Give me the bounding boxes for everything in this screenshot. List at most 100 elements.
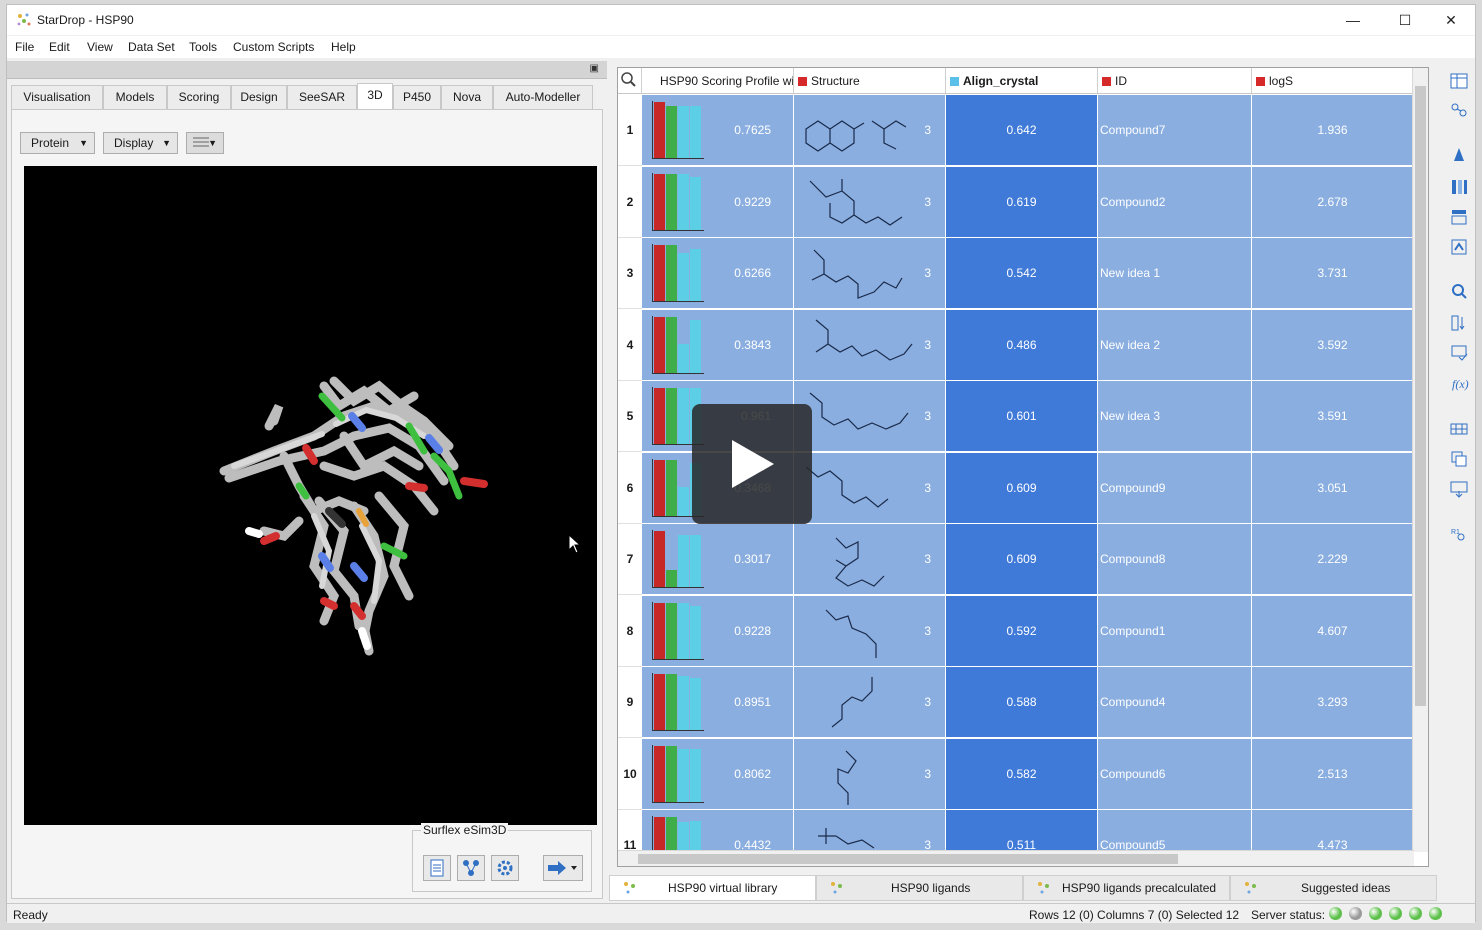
- row-number[interactable]: 6: [618, 452, 642, 524]
- table-row[interactable]: 3 0.6266 3 0.542 New idea 1 3.731: [618, 238, 1428, 309]
- id-cell[interactable]: Compound6: [1098, 738, 1252, 810]
- maximize-button[interactable]: ☐: [1385, 9, 1425, 31]
- row-number[interactable]: 7: [618, 524, 642, 595]
- logs-cell[interactable]: 4.607: [1252, 595, 1414, 667]
- align-crystal-cell[interactable]: 0.592: [946, 595, 1098, 667]
- table-export-icon[interactable]: [1449, 479, 1469, 499]
- table-grid-icon[interactable]: [1449, 419, 1469, 439]
- align-crystal-cell[interactable]: 0.588: [946, 667, 1098, 738]
- logs-cell[interactable]: 3.591: [1252, 381, 1414, 452]
- score-cell[interactable]: 0.7625: [642, 95, 794, 166]
- align-crystal-cell[interactable]: 0.609: [946, 524, 1098, 595]
- check-columns-icon[interactable]: [1449, 343, 1469, 363]
- table-row[interactable]: 9 0.8951 3 0.588 Compound4 3.293: [618, 667, 1428, 738]
- row-number[interactable]: 1: [618, 95, 642, 166]
- id-cell[interactable]: Compound8: [1098, 524, 1252, 595]
- column-header-structure[interactable]: Structure: [794, 68, 946, 94]
- structure-cell[interactable]: 3: [794, 452, 946, 524]
- structure-cell[interactable]: 3: [794, 738, 946, 810]
- column-header-logs[interactable]: logS: [1252, 68, 1414, 94]
- structure-cell[interactable]: 3: [794, 381, 946, 452]
- logs-cell[interactable]: 3.592: [1252, 309, 1414, 381]
- restore-panel-icon[interactable]: ▣: [590, 63, 599, 74]
- display-dropdown[interactable]: Display ▼: [103, 132, 178, 154]
- menu-data-set[interactable]: Data Set: [128, 40, 175, 54]
- table-row[interactable]: 8 0.9228 3 0.592 Compound1 4.607: [618, 595, 1428, 667]
- vertical-scrollbar[interactable]: [1412, 68, 1428, 852]
- id-cell[interactable]: Compound2: [1098, 166, 1252, 238]
- sheet-tab-suggested-ideas[interactable]: Suggested ideas: [1230, 875, 1437, 901]
- row-number[interactable]: 4: [618, 309, 642, 381]
- structure-cell[interactable]: 3: [794, 166, 946, 238]
- score-cell[interactable]: 0.3843: [642, 309, 794, 381]
- structure-cell[interactable]: 3: [794, 667, 946, 738]
- filter-table-icon[interactable]: [1449, 207, 1469, 227]
- protein-dropdown[interactable]: Protein ▼: [20, 132, 95, 154]
- structure-cell[interactable]: 3: [794, 238, 946, 309]
- logs-cell[interactable]: 2.678: [1252, 166, 1414, 238]
- table-view-icon[interactable]: [1449, 71, 1469, 91]
- table-row[interactable]: 7 0.3017 3 0.609 Compound8 2.229: [618, 524, 1428, 595]
- tab-seesar[interactable]: SeeSAR: [287, 85, 357, 109]
- row-number[interactable]: 2: [618, 166, 642, 238]
- tab-design[interactable]: Design: [231, 85, 287, 109]
- molecule-icon[interactable]: [1449, 101, 1469, 121]
- structure-cell[interactable]: 3: [794, 595, 946, 667]
- id-cell[interactable]: Compound9: [1098, 452, 1252, 524]
- score-cell[interactable]: 0.8951: [642, 667, 794, 738]
- column-header-align-crystal[interactable]: Align_crystal: [946, 68, 1098, 94]
- column-sort-icon[interactable]: [1449, 313, 1469, 333]
- video-play-button[interactable]: [692, 404, 812, 524]
- surflex-list-button[interactable]: [423, 855, 451, 881]
- logs-cell[interactable]: 3.293: [1252, 667, 1414, 738]
- tab-visualisation[interactable]: Visualisation: [11, 85, 103, 109]
- align-crystal-cell[interactable]: 0.582: [946, 738, 1098, 810]
- align-crystal-cell[interactable]: 0.601: [946, 381, 1098, 452]
- score-cell[interactable]: 0.8062: [642, 738, 794, 810]
- tab-nova[interactable]: Nova: [441, 85, 493, 109]
- table-row[interactable]: 2 0.9229 3 0.619 Compound2 2.678: [618, 166, 1428, 238]
- tab-3d[interactable]: 3D: [357, 83, 393, 110]
- tab-p450[interactable]: P450: [393, 85, 441, 109]
- row-number[interactable]: 8: [618, 595, 642, 667]
- column-header-scoring-profile[interactable]: HSP90 Scoring Profile wi: [642, 68, 794, 94]
- r-group-icon[interactable]: R1: [1449, 525, 1469, 545]
- zoom-icon[interactable]: [1449, 281, 1469, 301]
- structure-cell[interactable]: 3: [794, 95, 946, 166]
- row-number[interactable]: 3: [618, 238, 642, 309]
- menu-file[interactable]: File: [15, 40, 34, 54]
- close-button[interactable]: ✕: [1431, 9, 1471, 31]
- 3d-molecule-viewer[interactable]: [24, 166, 597, 825]
- scrollbar-thumb[interactable]: [1415, 86, 1426, 706]
- menu-custom-scripts[interactable]: Custom Scripts: [233, 40, 314, 54]
- columns-icon[interactable]: [1449, 177, 1469, 197]
- scrollbar-thumb[interactable]: [638, 854, 1178, 864]
- structure-cell[interactable]: 3: [794, 309, 946, 381]
- align-crystal-cell[interactable]: 0.642: [946, 95, 1098, 166]
- menu-view[interactable]: View: [87, 40, 113, 54]
- row-number[interactable]: 5: [618, 381, 642, 452]
- id-cell[interactable]: New idea 1: [1098, 238, 1252, 309]
- score-cell[interactable]: 0.9228: [642, 595, 794, 667]
- surflex-settings-button[interactable]: [491, 855, 519, 881]
- tab-auto-modeller[interactable]: Auto-Modeller: [493, 85, 593, 109]
- sheet-tab-hsp90-ligands-precalculated[interactable]: HSP90 ligands precalculated: [1023, 875, 1230, 901]
- logs-cell[interactable]: 3.731: [1252, 238, 1414, 309]
- menu-help[interactable]: Help: [331, 40, 356, 54]
- id-cell[interactable]: Compound7: [1098, 95, 1252, 166]
- align-crystal-cell[interactable]: 0.486: [946, 309, 1098, 381]
- sort-icon[interactable]: [1449, 145, 1469, 165]
- id-cell[interactable]: New idea 2: [1098, 309, 1252, 381]
- table-row[interactable]: 4 0.3843 3 0.486 New idea 2 3.592: [618, 309, 1428, 381]
- refresh-icon[interactable]: [1449, 237, 1469, 257]
- tab-models[interactable]: Models: [103, 85, 167, 109]
- row-number[interactable]: 9: [618, 667, 642, 738]
- align-crystal-cell[interactable]: 0.609: [946, 452, 1098, 524]
- sheet-tab-hsp90-ligands[interactable]: HSP90 ligands: [816, 875, 1023, 901]
- function-icon[interactable]: f(x): [1449, 373, 1469, 393]
- layers-dropdown[interactable]: ▼: [186, 132, 224, 154]
- id-cell[interactable]: Compound1: [1098, 595, 1252, 667]
- score-cell[interactable]: 0.9229: [642, 166, 794, 238]
- row-number[interactable]: 10: [618, 738, 642, 810]
- column-header-id[interactable]: ID: [1098, 68, 1252, 94]
